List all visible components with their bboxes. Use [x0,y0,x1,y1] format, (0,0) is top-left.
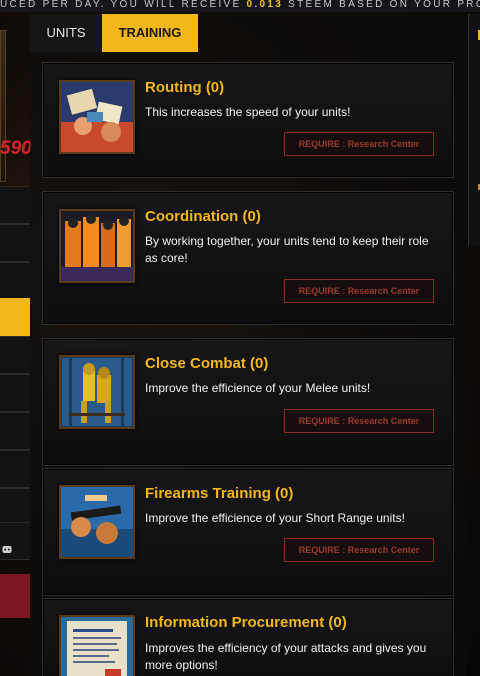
firearms-artwork-icon [59,485,135,559]
sidebar-item[interactable] [0,450,30,488]
ticker-before: UCED PER DAY. YOU WILL RECEIVE [0,0,247,10]
left-sidebar: 590 [0,14,32,676]
training-card-coordination: Coordination (0) By working together, yo… [42,191,454,325]
sidebar-item[interactable] [0,374,30,412]
training-card-close-combat: Close Combat (0) Improve the efficience … [42,338,454,466]
chat-icon[interactable] [2,545,14,557]
sidebar-item[interactable] [0,336,30,374]
news-ticker: UCED PER DAY. YOU WILL RECEIVE 0.013 STE… [0,0,480,12]
tab-units[interactable]: UNITS [30,14,102,52]
training-title: Firearms Training (0) [145,485,294,502]
require-button[interactable]: REQUIRE : Research Center [284,409,434,433]
sidebar-item-active[interactable] [0,298,30,336]
training-panel: UNITS TRAINING Routing (0) This increase… [30,14,466,676]
training-card-information: Information Procurement (0) Improves the… [42,598,454,676]
sidebar-item[interactable] [0,412,30,450]
sidebar-item[interactable] [0,488,30,526]
training-description: By working together, your units tend to … [145,234,429,265]
training-description: Improves the efficiency of your attacks … [145,641,427,672]
ticker-amount: 0.013 [246,0,284,10]
require-button[interactable]: REQUIRE : Research Center [284,279,434,303]
sidebar-item[interactable] [0,224,30,262]
information-artwork-icon [59,615,135,676]
coordination-artwork-icon [59,209,135,283]
close-combat-artwork-icon [59,355,135,429]
right-panel-edge [468,14,480,246]
training-description: Improve the efficience of your Melee uni… [145,381,371,395]
ticker-after: STEEM BASED ON YOUR PRODUCTIO [288,0,480,10]
player-number: 590 [0,138,32,159]
training-title: Coordination (0) [145,208,261,225]
training-title: Routing (0) [145,79,225,96]
sidebar-red-button[interactable] [0,574,30,618]
tab-training[interactable]: TRAINING [102,14,198,52]
sidebar-item[interactable] [0,186,30,224]
sidebar-item[interactable] [0,262,30,300]
training-card-routing: Routing (0) This increases the speed of … [42,62,454,178]
page: UCED PER DAY. YOU WILL RECEIVE 0.013 STE… [0,0,480,676]
training-description: Improve the efficience of your Short Ran… [145,511,405,525]
ticker-text: UCED PER DAY. YOU WILL RECEIVE 0.013 STE… [0,0,480,11]
tab-bar: UNITS TRAINING [30,14,466,52]
require-button[interactable]: REQUIRE : Research Center [284,538,434,562]
training-title: Close Combat (0) [145,355,269,372]
require-button[interactable]: REQUIRE : Research Center [284,132,434,156]
training-card-firearms: Firearms Training (0) Improve the effici… [42,468,454,596]
training-title: Information Procurement (0) [145,614,347,631]
training-description: This increases the speed of your units! [145,105,351,119]
routing-artwork-icon [59,80,135,154]
